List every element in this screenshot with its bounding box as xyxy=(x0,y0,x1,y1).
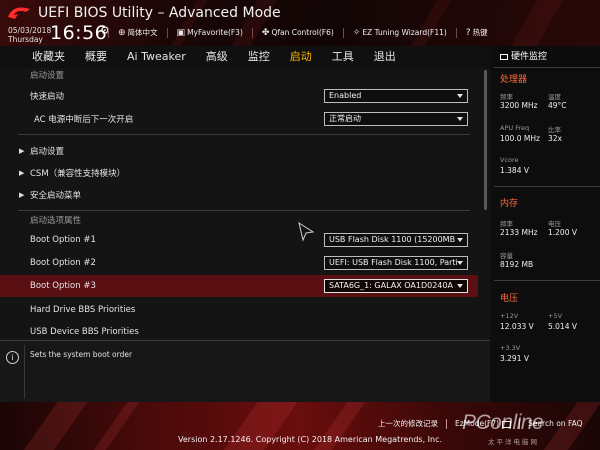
date-display: 05/03/2018 Thursday xyxy=(8,26,51,44)
help-text: Sets the system boot order xyxy=(30,350,133,359)
fast-boot-select[interactable]: Enabled xyxy=(324,89,468,103)
ac-power-loss-label: AC 电源中断后下一次开启 xyxy=(34,115,134,125)
title-bar: UEFI BIOS Utility – Advanced Mode 05/03/… xyxy=(0,0,600,46)
monitor-icon xyxy=(500,53,508,60)
hardware-monitor-title: 硬件监控 xyxy=(494,46,600,68)
tab-ai-tweaker[interactable]: Ai Tweaker xyxy=(117,46,196,68)
boot-option-2-row[interactable]: Boot Option #2 UEFI: USB Flash Disk 1100… xyxy=(0,252,478,274)
qfan-control-button[interactable]: ✤ Qfan Control(F6) xyxy=(262,28,334,38)
cpu-frequency-value: 3200 MHz xyxy=(500,101,538,110)
boot-option-2-select[interactable]: UEFI: USB Flash Disk 1100, Parti xyxy=(324,256,468,270)
globe-icon: ⊕ xyxy=(118,27,126,38)
clock-display: 16:56 xyxy=(50,22,108,44)
scrollbar[interactable] xyxy=(484,70,487,210)
version-text: Version 2.17.1246. Copyright (C) 2018 Am… xyxy=(178,435,443,444)
chevron-down-icon xyxy=(457,94,463,98)
ez-tuning-wizard-button[interactable]: ✧ EZ Tuning Wizard(F11) xyxy=(353,28,447,38)
csm-submenu[interactable]: ▶ CSM（兼容性支持模块） xyxy=(0,162,478,184)
chevron-down-icon xyxy=(457,284,463,288)
secure-boot-submenu[interactable]: ▶ 安全启动菜单 xyxy=(0,184,478,206)
memory-capacity-value: 8192 MB xyxy=(500,260,534,269)
chevron-down-icon xyxy=(457,117,463,121)
tab-main[interactable]: 概要 xyxy=(75,46,117,68)
hotkeys-button[interactable]: ? 热键 xyxy=(466,27,488,38)
chevron-down-icon xyxy=(457,261,463,265)
usb-bbs-priorities-row[interactable]: USB Device BBS Priorities xyxy=(0,321,478,340)
vcore-value: 1.384 V xyxy=(500,166,529,175)
main-menu-bar: 收藏夹 概要 Ai Tweaker 高级 监控 启动 工具 退出 xyxy=(0,46,490,68)
boot-option-3-row[interactable]: Boot Option #3 SATA6G_1: GALAX OA1D0240A xyxy=(0,275,478,297)
rog-logo-icon xyxy=(8,7,30,19)
app-title: UEFI BIOS Utility – Advanced Mode xyxy=(38,5,281,21)
mouse-cursor-icon xyxy=(298,222,315,242)
wizard-icon: ✧ xyxy=(352,27,361,38)
ac-power-loss-row[interactable]: AC 电源中断后下一次开启 正常启动 xyxy=(0,108,478,130)
fast-boot-row[interactable]: 快速启动 Enabled xyxy=(0,85,478,107)
chevron-down-icon xyxy=(457,238,463,242)
info-icon: i xyxy=(6,351,19,364)
hardware-monitor-panel: 处理器 频率 温度 3200 MHz 49°C APU Freq 比率 100.… xyxy=(494,68,600,402)
boot-settings-panel: 启动设置 快速启动 Enabled AC 电源中断后下一次开启 正常启动 ▶ 启… xyxy=(0,68,490,340)
tab-favorites[interactable]: 收藏夹 xyxy=(22,46,75,68)
header-toolbar: ⊕ 简体中文 ▣ MyFavorite(F3) ✤ Qfan Control(F… xyxy=(108,27,488,38)
favorite-icon: ▣ xyxy=(176,27,186,38)
memory-frequency-value: 2133 MHz xyxy=(500,228,538,237)
section-header-boot-priorities: 启动选项属性 xyxy=(30,216,82,226)
hdd-bbs-priorities-row[interactable]: Hard Drive BBS Priorities xyxy=(0,299,478,321)
boot-configuration-submenu[interactable]: ▶ 启动设置 xyxy=(0,140,478,162)
date-text: 05/03/2018 xyxy=(8,26,52,35)
apu-frequency-value: 100.0 MHz xyxy=(500,134,540,143)
section-header-boot-settings: 启动设置 xyxy=(30,71,65,81)
myfavorite-button[interactable]: ▣ MyFavorite(F3) xyxy=(177,28,243,38)
voltage-5v-value: 5.014 V xyxy=(548,322,577,331)
fan-icon: ✤ xyxy=(261,27,270,38)
voltage-3v3-value: 3.291 V xyxy=(500,354,529,363)
cpu-section-title: 处理器 xyxy=(500,75,528,85)
expand-arrow-icon: ▶ xyxy=(19,191,25,199)
fast-boot-label: 快速启动 xyxy=(30,92,65,102)
language-button[interactable]: ⊕ 简体中文 xyxy=(118,27,158,38)
hotkey-icon: ? xyxy=(465,27,471,38)
weekday-text: Thursday xyxy=(8,35,43,44)
cpu-ratio-value: 32x xyxy=(548,134,562,143)
footer-bar: 上一次的修改记录 EzMode(F7) Search on FAQ Versio… xyxy=(0,402,600,450)
voltage-12v-value: 12.033 V xyxy=(500,322,534,331)
tab-exit[interactable]: 退出 xyxy=(364,46,406,68)
pconline-watermark: PConline 太平洋电脑网 xyxy=(462,411,544,446)
memory-section-title: 内存 xyxy=(500,199,519,209)
tab-monitor[interactable]: 监控 xyxy=(238,46,280,68)
boot-option-3-select[interactable]: SATA6G_1: GALAX OA1D0240A xyxy=(324,279,468,293)
boot-option-1-row[interactable]: Boot Option #1 USB Flash Disk 1100 (1520… xyxy=(0,229,478,251)
cpu-temperature-value: 49°C xyxy=(548,101,567,110)
expand-arrow-icon: ▶ xyxy=(19,169,25,177)
boot-option-1-select[interactable]: USB Flash Disk 1100 (15200MB xyxy=(324,233,468,247)
tab-tool[interactable]: 工具 xyxy=(322,46,364,68)
tab-advanced[interactable]: 高级 xyxy=(196,46,238,68)
ac-power-loss-select[interactable]: 正常启动 xyxy=(324,112,468,126)
expand-arrow-icon: ▶ xyxy=(19,147,25,155)
memory-voltage-value: 1.200 V xyxy=(548,228,577,237)
last-modified-button[interactable]: 上一次的修改记录 xyxy=(378,418,438,429)
voltage-section-title: 电压 xyxy=(500,294,519,304)
help-panel: i Sets the system boot order xyxy=(0,340,490,402)
tab-boot[interactable]: 启动 xyxy=(280,46,322,68)
